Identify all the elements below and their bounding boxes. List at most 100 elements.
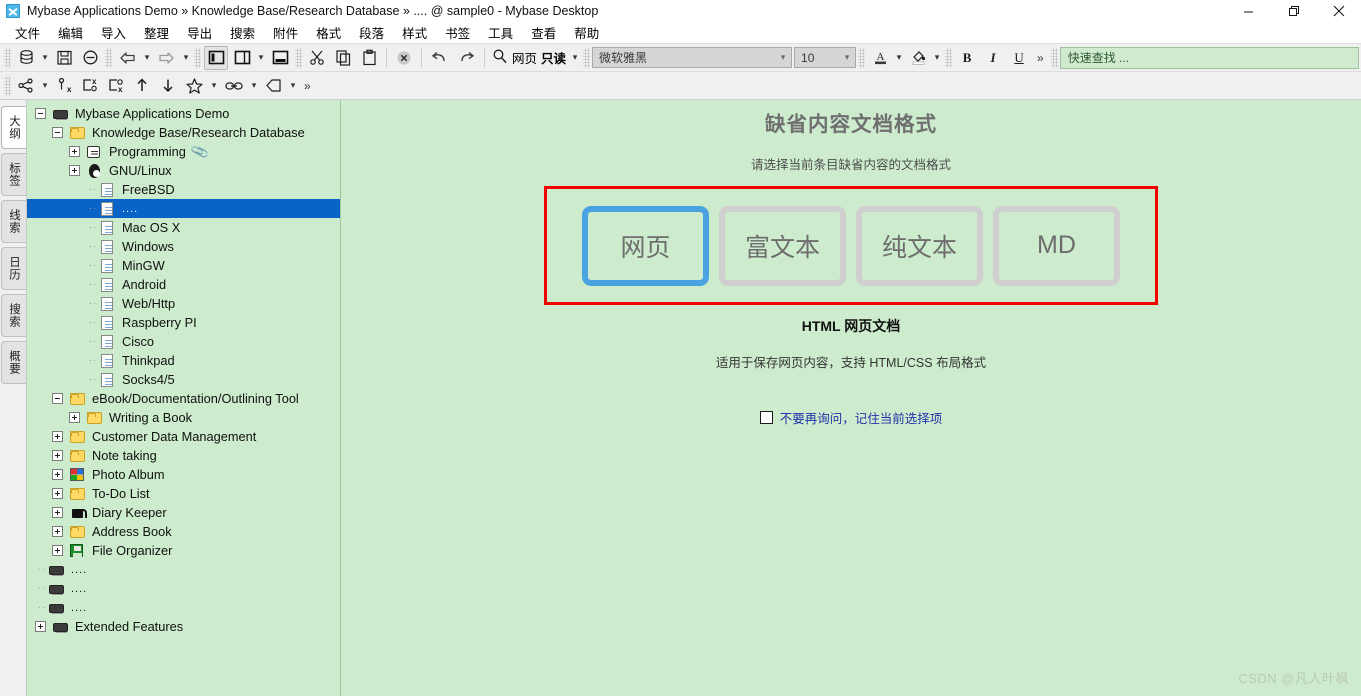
clear-marks-icon[interactable]: x (78, 74, 102, 98)
tree-collapse-icon[interactable] (52, 393, 63, 404)
layout-dropdown-caret[interactable]: ▾ (255, 46, 267, 70)
find-mode-caret[interactable]: ▾ (569, 46, 581, 70)
tree-node[interactable]: Photo Album (27, 465, 340, 484)
minus-circle-icon[interactable] (78, 46, 102, 70)
maximize-button[interactable] (1271, 0, 1316, 22)
menu-file[interactable]: 文件 (6, 21, 49, 45)
tree-node[interactable]: ·· FreeBSD (27, 180, 340, 199)
remember-choice-checkbox[interactable] (759, 411, 773, 424)
database-icon[interactable] (14, 46, 38, 70)
menu-edit[interactable]: 编辑 (49, 21, 92, 45)
tree-node[interactable]: ·· Windows (27, 237, 340, 256)
toolbar-grip[interactable] (945, 47, 953, 68)
toolbar-grip[interactable] (194, 47, 201, 68)
highlight-icon[interactable] (906, 46, 930, 70)
tree-expand-icon[interactable] (52, 431, 63, 442)
tree-expand-icon[interactable] (52, 526, 63, 537)
menu-style[interactable]: 样式 (393, 21, 436, 45)
tree-node[interactable]: To-Do List (27, 484, 340, 503)
font-color-caret[interactable]: ▾ (893, 46, 905, 70)
tree-collapse-icon[interactable] (52, 127, 63, 138)
database-dropdown-caret[interactable]: ▾ (39, 46, 51, 70)
italic-button[interactable]: I (981, 46, 1005, 70)
tree-expand-icon[interactable] (69, 412, 80, 423)
tree-node[interactable]: Diary Keeper (27, 503, 340, 522)
tree-node[interactable]: Mybase Applications Demo (27, 104, 340, 123)
redo-icon[interactable] (454, 46, 479, 70)
side-tab-summary[interactable]: 概要 (1, 341, 26, 384)
menu-organize[interactable]: 整理 (135, 21, 178, 45)
format-option-plaintext[interactable]: 纯文本 (856, 205, 983, 286)
tree-node[interactable]: ·· Thinkpad (27, 351, 340, 370)
tree-node[interactable]: Extended Features (27, 617, 340, 636)
underline-button[interactable]: U (1007, 46, 1031, 70)
tree-node[interactable]: ·· Cisco (27, 332, 340, 351)
menu-bookmark[interactable]: 书签 (436, 21, 479, 45)
toolbar-grip[interactable] (4, 75, 11, 96)
tag-dropdown-caret[interactable]: ▾ (287, 74, 299, 98)
tree-node[interactable]: Note taking (27, 446, 340, 465)
menu-help[interactable]: 帮助 (565, 21, 608, 45)
menu-export[interactable]: 导出 (178, 21, 221, 45)
bold-button[interactable]: B (955, 46, 979, 70)
tree-node[interactable]: ·· Web/Http (27, 294, 340, 313)
tree-expand-icon[interactable] (52, 488, 63, 499)
toolbar-grip[interactable] (583, 47, 591, 68)
star-icon[interactable] (182, 74, 207, 98)
tree-node[interactable]: ··.... (27, 560, 340, 579)
tree-node[interactable]: eBook/Documentation/Outlining Tool (27, 389, 340, 408)
side-tab-calendar[interactable]: 日历 (1, 247, 26, 290)
quick-find-input[interactable]: 快速查找 ... (1059, 46, 1359, 69)
font-color-icon[interactable]: A (868, 46, 892, 70)
menu-view[interactable]: 查看 (522, 21, 565, 45)
tree-node[interactable]: GNU/Linux (27, 161, 340, 180)
tree-node[interactable]: ··.... (27, 579, 340, 598)
close-button[interactable] (1316, 0, 1361, 22)
menu-format[interactable]: 格式 (307, 21, 350, 45)
format-option-markdown[interactable]: MD (993, 205, 1120, 286)
tree-node[interactable]: Customer Data Management (27, 427, 340, 446)
format-option-richtext[interactable]: 富文本 (719, 205, 846, 286)
tree-expand-icon[interactable] (52, 545, 63, 556)
copy-icon[interactable] (331, 46, 355, 70)
arrow-down-icon[interactable] (156, 74, 180, 98)
menu-search[interactable]: 搜索 (221, 21, 264, 45)
undo-icon[interactable] (427, 46, 452, 70)
side-tab-search[interactable]: 搜索 (1, 294, 26, 337)
side-tab-tags[interactable]: 标签 (1, 153, 26, 196)
format-option-html[interactable]: 网页 (582, 205, 709, 286)
paste-icon[interactable] (357, 46, 381, 70)
toolbar-grip[interactable] (1050, 47, 1058, 68)
clear-tags-icon[interactable]: x (104, 74, 128, 98)
tree-node[interactable]: ·· Raspberry PI (27, 313, 340, 332)
link-dropdown-caret[interactable]: ▾ (248, 74, 260, 98)
find-mode-control[interactable]: 网页 只读 (489, 48, 569, 67)
tree-node[interactable]: File Organizer (27, 541, 340, 560)
delete-x-icon[interactable] (392, 46, 416, 70)
tree-node[interactable]: ·· Socks4/5 (27, 370, 340, 389)
remember-choice-row[interactable]: 不要再询问，记住当前选择项 (341, 408, 1361, 427)
tree-node[interactable]: Address Book (27, 522, 340, 541)
star-dropdown-caret[interactable]: ▾ (208, 74, 220, 98)
minimize-button[interactable] (1226, 0, 1271, 22)
tree-node[interactable]: ·· Mac OS X (27, 218, 340, 237)
tree-node[interactable]: ·· Android (27, 275, 340, 294)
toolbar2-overflow-button[interactable]: » (299, 79, 316, 93)
back-arrow-icon[interactable] (115, 46, 140, 70)
tree-expand-icon[interactable] (69, 165, 80, 176)
side-tab-outline[interactable]: 大纲 (1, 106, 26, 149)
node-remove-icon[interactable]: x (52, 74, 76, 98)
toolbar-grip[interactable] (105, 47, 112, 68)
tree-node[interactable]: ··.... (27, 199, 340, 218)
tree-node[interactable]: ··.... (27, 598, 340, 617)
tree-node[interactable]: ·· MinGW (27, 256, 340, 275)
toolbar-overflow-button[interactable]: » (1032, 51, 1049, 65)
forward-arrow-icon[interactable] (154, 46, 179, 70)
share-nodes-icon[interactable] (14, 74, 38, 98)
layout-panel-icon[interactable] (230, 46, 254, 70)
arrow-up-icon[interactable] (130, 74, 154, 98)
menu-import[interactable]: 导入 (92, 21, 135, 45)
save-icon[interactable] (52, 46, 76, 70)
highlight-caret[interactable]: ▾ (931, 46, 943, 70)
tree-node[interactable]: Knowledge Base/Research Database (27, 123, 340, 142)
